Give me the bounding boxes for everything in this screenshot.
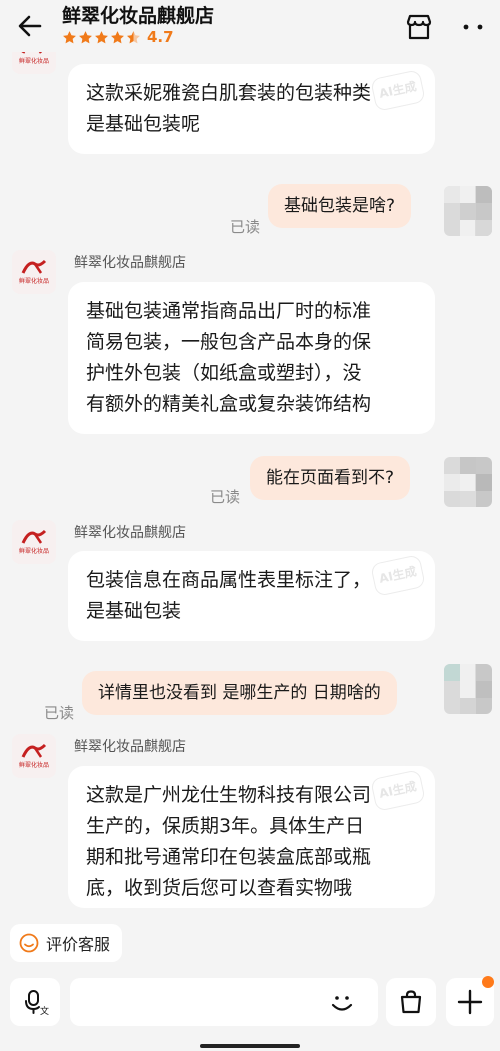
- ai-watermark: AI生成: [370, 554, 426, 597]
- rate-service-button[interactable]: 评价客服: [10, 924, 123, 962]
- message-bubble-incoming[interactable]: 包装信息在商品属性表里标注了， 是基础包装 AI生成: [68, 551, 435, 641]
- brand-logo-icon: [21, 743, 47, 758]
- message-bubble-incoming[interactable]: 这款采妮雅瓷白肌套装的包装种类 是基础包装呢 AI生成: [68, 64, 435, 154]
- sender-name: 鲜翠化妆品麒舰店: [74, 739, 186, 755]
- message-line: 护性外包装（如纸盒或塑封），没: [86, 362, 362, 384]
- star-icon: [95, 30, 108, 43]
- smile-badge-icon: [19, 933, 39, 953]
- brand-logo-text: 鲜翠化妆品: [18, 278, 49, 285]
- ai-watermark: AI生成: [370, 69, 426, 112]
- message-line: 是基础包装: [86, 600, 182, 622]
- read-status: 已读: [210, 488, 241, 506]
- shop-rating: 4.7: [62, 28, 174, 46]
- shopping-bag-button[interactable]: [386, 978, 436, 1026]
- half-star-icon: [127, 30, 140, 43]
- shop-avatar[interactable]: 鲜翠化妆品: [12, 250, 56, 294]
- rating-stars: [62, 30, 141, 45]
- voice-button[interactable]: 文: [10, 978, 60, 1026]
- message-line: 是基础包装呢: [86, 113, 201, 135]
- message-bubble-outgoing[interactable]: 详情里也没看到 是哪生产的 日期啥的: [82, 671, 397, 715]
- microphone-icon: 文: [25, 990, 49, 1016]
- shopping-bag-icon: [400, 990, 422, 1014]
- brand-logo-icon: [21, 259, 47, 274]
- message-line: 期和批号通常印在包装盒底部或瓶: [86, 846, 372, 868]
- store-icon[interactable]: [404, 12, 434, 42]
- svg-text:文: 文: [40, 1005, 49, 1016]
- message-bubble-incoming[interactable]: 这款是广州龙仕生物科技有限公司 生产的，保质期3年。具体生产日 期和批号通常印在…: [68, 766, 435, 908]
- more-icon[interactable]: [458, 14, 488, 40]
- user-avatar[interactable]: [444, 457, 492, 507]
- rate-service-label: 评价客服: [46, 935, 111, 954]
- chat-header: 鲜翠化妆品麒舰店 4.7: [0, 0, 500, 52]
- brand-logo-text: 鲜翠化妆品: [18, 58, 49, 65]
- brand-logo-icon: [21, 529, 47, 544]
- message-bubble-outgoing[interactable]: 基础包装是啥?: [268, 184, 412, 228]
- shop-avatar[interactable]: 鲜翠化妆品: [12, 734, 56, 778]
- star-icon: [111, 30, 124, 43]
- message-line: 简易包装，一般包含产品本身的保: [86, 331, 372, 353]
- ai-watermark: AI生成: [370, 769, 426, 812]
- user-avatar[interactable]: [444, 186, 492, 236]
- message-line: 这款是广州龙仕生物科技有限公司: [86, 784, 372, 806]
- message-bubble-incoming[interactable]: 基础包装通常指商品出厂时的标准 简易包装，一般包含产品本身的保 护性外包装（如纸…: [68, 282, 435, 434]
- message-line: 基础包装通常指商品出厂时的标准: [86, 300, 372, 322]
- read-status: 已读: [230, 218, 261, 236]
- brand-logo-text: 鲜翠化妆品: [18, 762, 49, 769]
- back-arrow-icon[interactable]: [14, 10, 46, 42]
- message-line: 有额外的精美礼盒或复杂装饰结构: [86, 393, 372, 415]
- shop-avatar[interactable]: 鲜翠化妆品: [12, 520, 56, 564]
- smile-icon[interactable]: [326, 987, 358, 1019]
- sender-name: 鲜翠化妆品麒舰店: [74, 255, 186, 271]
- home-indicator: [200, 1044, 300, 1048]
- star-icon: [79, 30, 92, 43]
- sender-name: 鲜翠化妆品麒舰店: [74, 525, 186, 541]
- rating-value: 4.7: [147, 28, 174, 46]
- star-icon: [63, 30, 76, 43]
- message-line: 这款采妮雅瓷白肌套装的包装种类: [86, 82, 372, 104]
- shop-title[interactable]: 鲜翠化妆品麒舰店: [62, 1, 214, 28]
- notification-dot: [482, 976, 494, 988]
- read-status: 已读: [44, 704, 75, 722]
- input-bar: 文: [0, 968, 500, 1051]
- message-line: 底，收到货后您可以查看实物哦: [86, 877, 353, 899]
- brand-logo-text: 鲜翠化妆品: [18, 548, 49, 555]
- user-avatar[interactable]: [444, 664, 492, 714]
- message-line: 包装信息在商品属性表里标注了，: [86, 569, 372, 591]
- message-bubble-outgoing[interactable]: 能在页面看到不?: [250, 456, 411, 500]
- plus-icon: [457, 989, 483, 1015]
- message-line: 生产的，保质期3年。具体生产日: [86, 815, 365, 837]
